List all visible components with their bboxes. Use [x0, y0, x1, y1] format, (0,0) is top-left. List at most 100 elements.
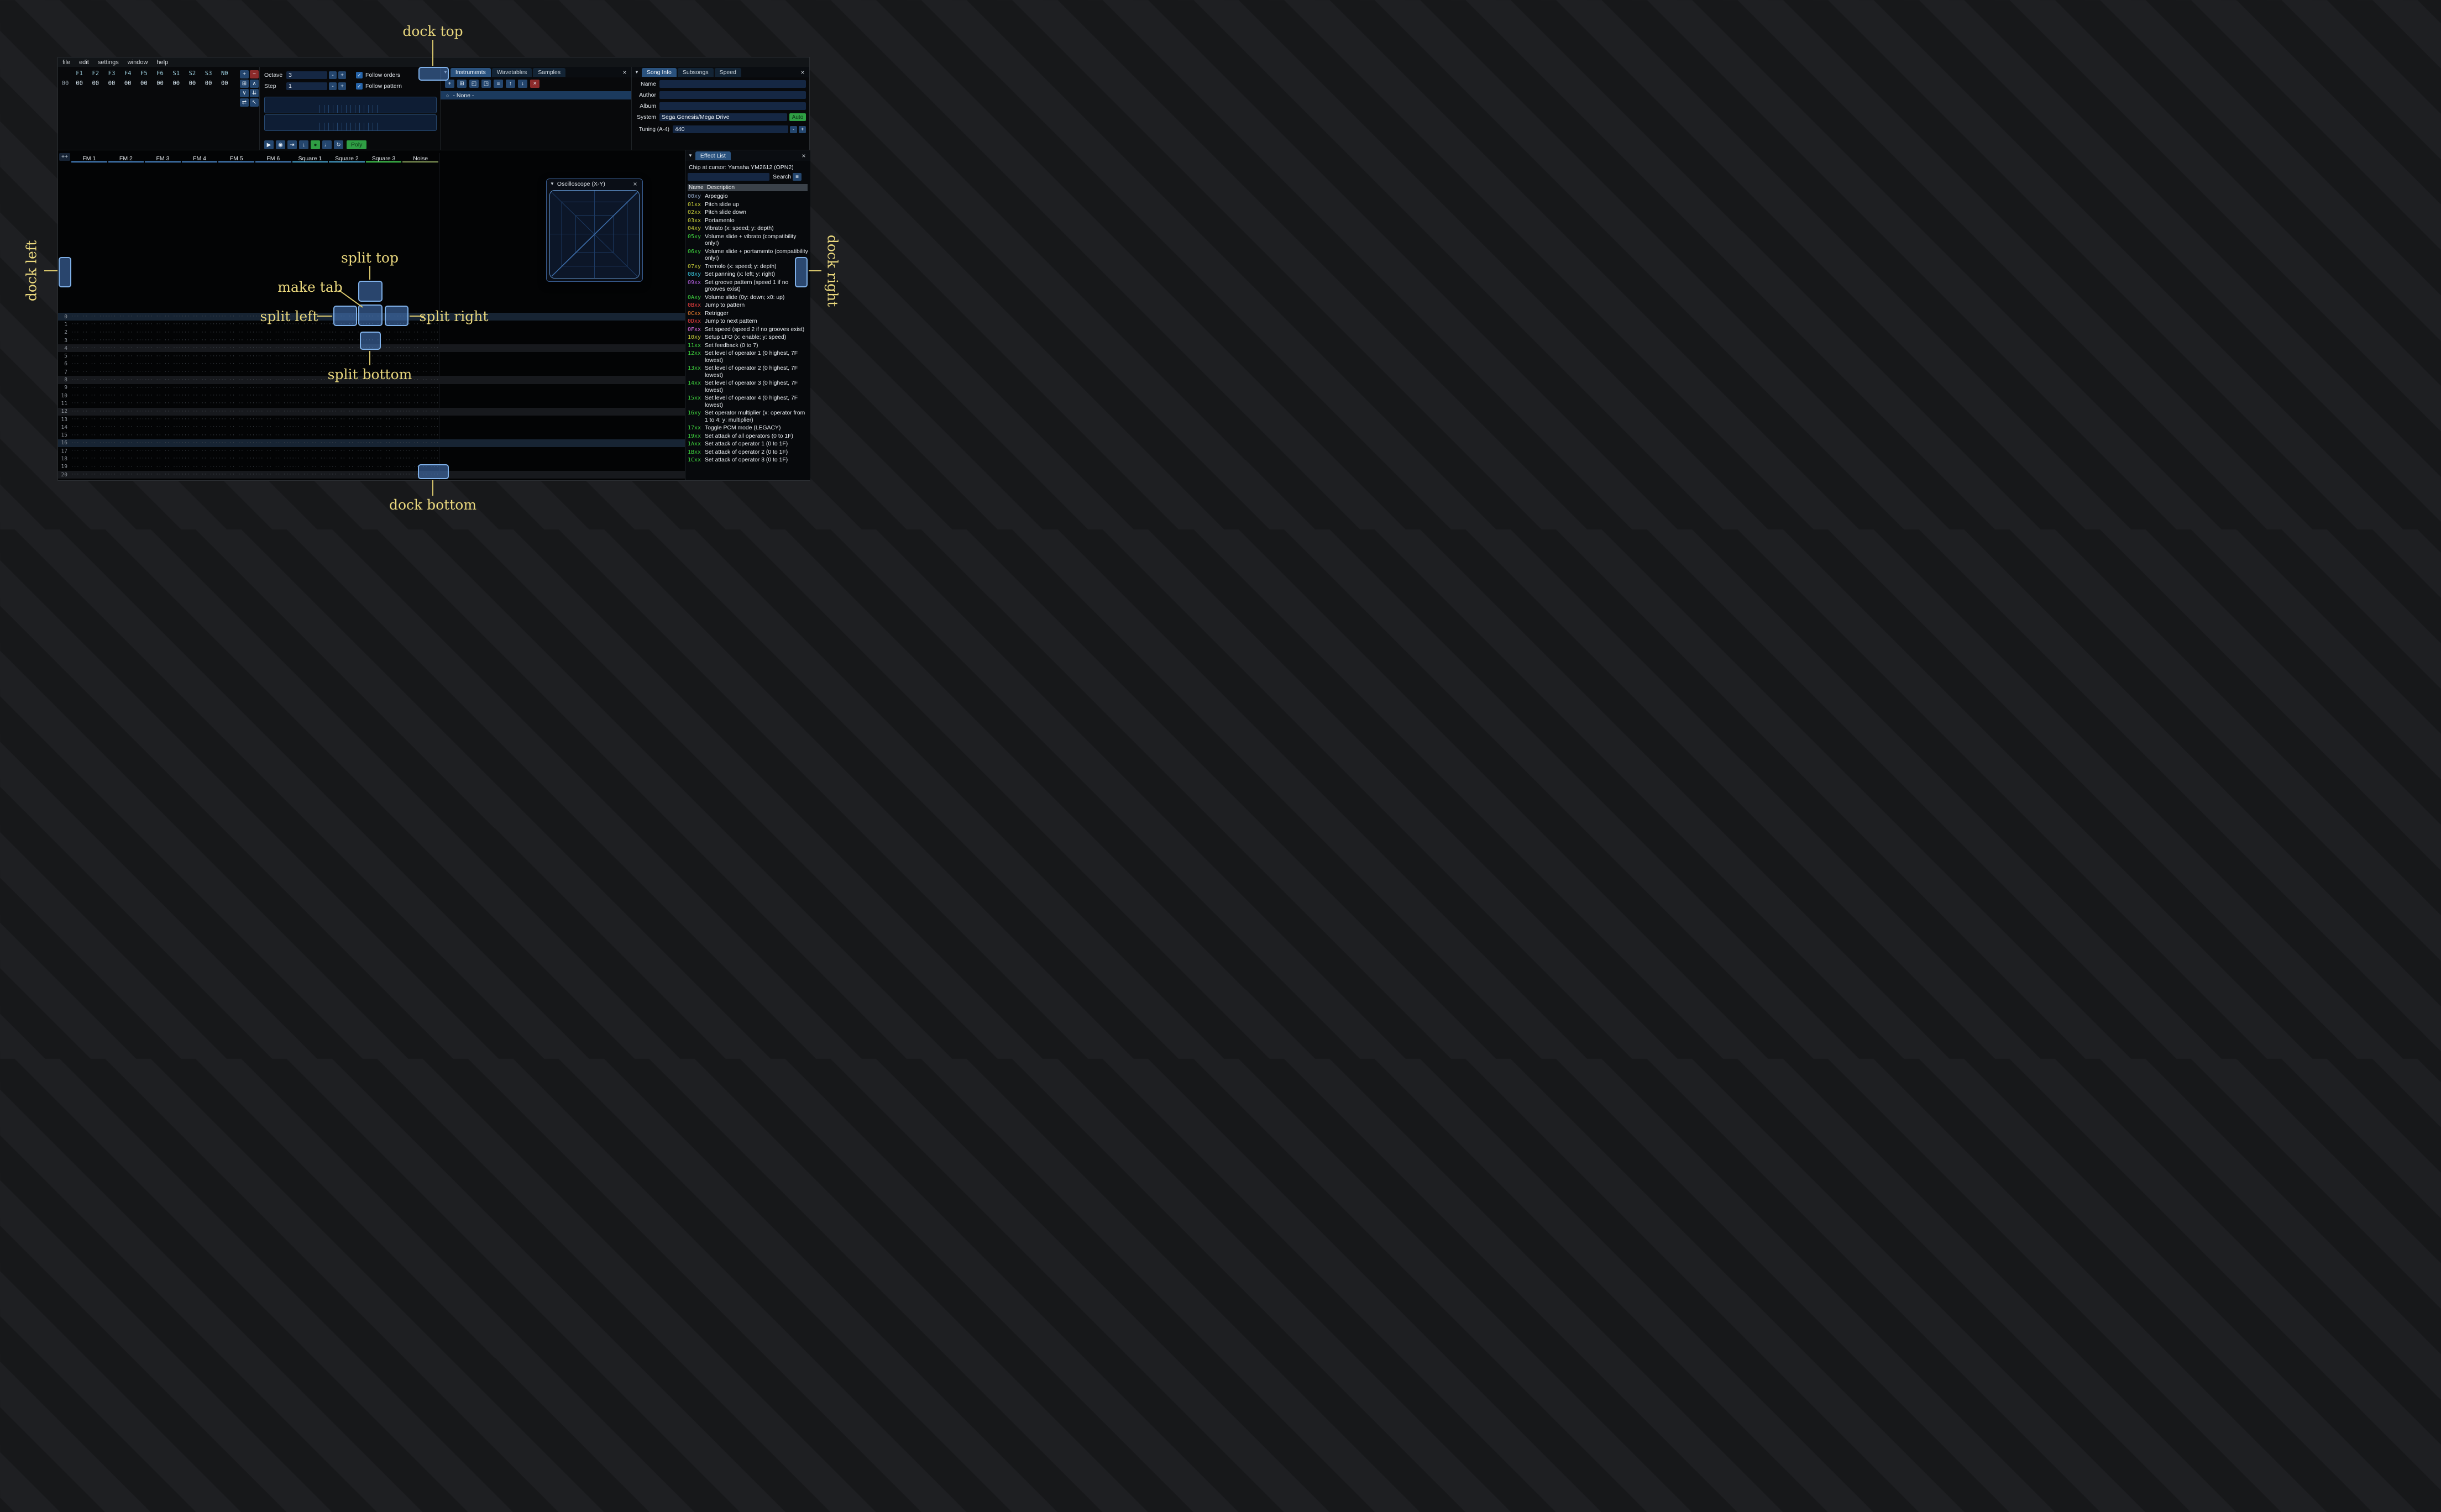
pattern-cell[interactable]: ··· ·· ·· ···	[144, 401, 181, 406]
order-move-down-button[interactable]: ∨	[240, 89, 249, 97]
collapse-arrow-icon[interactable]: ▼	[550, 181, 554, 186]
pattern-cell[interactable]: ··· ·· ·· ···	[402, 433, 439, 438]
order-edit-mode-button[interactable]: ↖	[250, 98, 259, 107]
pattern-cell[interactable]: ··· ·· ·· ···	[292, 417, 329, 422]
effect-row[interactable]: 09xx Set groove pattern (speed 1 if no gr…	[688, 279, 809, 294]
pattern-cell[interactable]: ··· ·· ·· ···	[218, 433, 255, 438]
channel-header-fm-4[interactable]: FM 4	[181, 153, 218, 162]
pattern-cell[interactable]: ··· ·· ·· ···	[255, 338, 292, 343]
channel-header-fm-6[interactable]: FM 6	[255, 153, 292, 162]
expand-channels-button[interactable]: ++	[59, 153, 70, 161]
pattern-cell[interactable]: ··· ·· ·· ···	[255, 464, 292, 470]
pattern-cell[interactable]: ··· ·· ·· ···	[144, 354, 181, 359]
pattern-cell[interactable]: ··· ·· ·· ···	[108, 338, 145, 343]
menu-settings[interactable]: settings	[93, 59, 123, 66]
follow-pattern-checkbox[interactable]: ✓	[356, 83, 363, 90]
pattern-cell[interactable]: ··· ·· ·· ···	[402, 401, 439, 406]
instrument-move-up-button[interactable]: ↑	[506, 80, 515, 88]
play-pattern-button[interactable]: ◉	[276, 140, 285, 149]
pattern-cell[interactable]: ··· ·· ·· ···	[292, 369, 329, 375]
pattern-cell[interactable]: ··· ·· ·· ···	[328, 354, 365, 359]
pattern-cell[interactable]: ··· ·· ·· ···	[402, 424, 439, 430]
effect-row[interactable]: 0Bxx Jump to pattern	[688, 302, 809, 310]
follow-orders-checkbox[interactable]: ✓	[356, 72, 363, 78]
pattern-cell[interactable]: ··· ·· ·· ···	[328, 440, 365, 446]
instrument-open-button[interactable]: ◰	[469, 80, 479, 88]
effect-row[interactable]: 10xy Setup LFO (x: enable; y: speed)	[688, 334, 809, 342]
effect-search-input[interactable]	[688, 173, 769, 181]
metronome-button[interactable]: ♩	[322, 140, 332, 149]
pattern-cell[interactable]: ··· ·· ·· ···	[181, 369, 218, 375]
pattern-cell[interactable]: ··· ·· ·· ···	[255, 345, 292, 351]
pattern-cell[interactable]: ··· ·· ·· ···	[71, 314, 108, 319]
pattern-cell[interactable]: ··· ·· ·· ···	[181, 456, 218, 461]
instruments-tab-samples[interactable]: Samples	[533, 67, 566, 77]
pattern-cell[interactable]: ··· ·· ·· ···	[365, 456, 402, 461]
pattern-cell[interactable]: ··· ·· ·· ···	[218, 354, 255, 359]
pattern-cell[interactable]: ··· ·· ·· ···	[402, 393, 439, 398]
pattern-cell[interactable]: ··· ·· ·· ···	[218, 401, 255, 406]
pattern-cell[interactable]: ··· ·· ·· ···	[365, 424, 402, 430]
pattern-cell[interactable]: ··· ·· ·· ···	[108, 322, 145, 327]
pattern-cell[interactable]: ··· ·· ·· ···	[292, 456, 329, 461]
pattern-cell[interactable]: ··· ·· ·· ···	[292, 433, 329, 438]
effect-row[interactable]: 14xx Set level of operator 3 (0 highest, …	[688, 380, 809, 395]
pattern-cell[interactable]: ··· ·· ·· ···	[218, 338, 255, 343]
pattern-cell[interactable]: ··· ·· ·· ···	[144, 433, 181, 438]
pattern-cell[interactable]: ··· ·· ·· ···	[292, 345, 329, 351]
effect-row[interactable]: 06xy Volume slide + portamento (compatibi…	[688, 248, 809, 263]
order-add-button[interactable]: +	[240, 70, 249, 78]
pattern-cell[interactable]: ··· ·· ·· ···	[71, 369, 108, 375]
step-minus-button[interactable]: -	[329, 82, 337, 90]
pattern-cell[interactable]: ··· ·· ·· ···	[144, 314, 181, 319]
pattern-cell[interactable]: ··· ·· ·· ···	[181, 338, 218, 343]
order-duplicate-button[interactable]: ⊞	[240, 80, 249, 88]
song-info-tab-subsongs[interactable]: Subsongs	[677, 67, 714, 77]
pattern-cell[interactable]: ··· ·· ·· ···	[218, 440, 255, 446]
dock-top-target[interactable]	[418, 67, 449, 81]
pattern-cell[interactable]: ··· ·· ·· ···	[255, 401, 292, 406]
pattern-cell[interactable]: ··· ·· ·· ···	[328, 393, 365, 398]
tuning-plus-button[interactable]: +	[799, 125, 806, 133]
orders-header-n0[interactable]: N0	[217, 70, 233, 77]
octave-input[interactable]: 3	[286, 71, 327, 79]
pattern-cell[interactable]: ··· ·· ·· ···	[144, 456, 181, 461]
orders-header-f2[interactable]: F2	[87, 70, 103, 77]
pattern-cell[interactable]: ··· ·· ·· ···	[71, 409, 108, 414]
pattern-cell[interactable]: ··· ·· ·· ···	[402, 448, 439, 454]
pattern-cell[interactable]: ··· ·· ·· ···	[181, 440, 218, 446]
pattern-cell[interactable]: ··· ·· ·· ···	[108, 409, 145, 414]
pattern-cell[interactable]: ··· ·· ·· ···	[181, 345, 218, 351]
pattern-cell[interactable]: ··· ·· ·· ···	[292, 401, 329, 406]
pattern-cell[interactable]: ··· ·· ·· ···	[402, 440, 439, 446]
pattern-cell[interactable]: ··· ·· ·· ···	[402, 330, 439, 335]
pattern-cell[interactable]: ··· ·· ·· ···	[181, 393, 218, 398]
split-left-target[interactable]	[333, 306, 357, 326]
piano-lower-octave[interactable]	[264, 114, 437, 131]
pattern-cell[interactable]: ··· ·· ·· ···	[365, 354, 402, 359]
pattern-cell[interactable]: ··· ·· ·· ···	[181, 385, 218, 391]
pattern-cell[interactable]: ··· ·· ·· ···	[365, 448, 402, 454]
pattern-cell[interactable]: ··· ·· ·· ···	[108, 385, 145, 391]
play-from-cursor-button[interactable]: ⇥	[287, 140, 297, 149]
song-info-tab-song-info[interactable]: Song Info	[641, 67, 677, 77]
menu-help[interactable]: help	[152, 59, 172, 66]
pattern-cell[interactable]: ··· ·· ·· ···	[328, 424, 365, 430]
pattern-cell[interactable]: ··· ·· ·· ···	[144, 424, 181, 430]
pattern-cell[interactable]: ··· ·· ·· ···	[402, 338, 439, 343]
channel-header-square-2[interactable]: Square 2	[328, 153, 365, 162]
oscilloscope-window[interactable]: ▼ Oscilloscope (X-Y) ×	[546, 179, 643, 282]
orders-header-s2[interactable]: S2	[184, 70, 200, 77]
pattern-cell[interactable]: ··· ·· ·· ···	[181, 314, 218, 319]
pattern-cell[interactable]: ··· ·· ·· ···	[255, 369, 292, 375]
tuning-field[interactable]: 440	[673, 125, 788, 133]
pattern-cell[interactable]: ··· ·· ·· ···	[71, 433, 108, 438]
effect-row[interactable]: 00xy Arpeggio	[688, 193, 809, 201]
pattern-cell[interactable]: ··· ·· ·· ···	[365, 464, 402, 470]
song-info-tab-speed[interactable]: Speed	[714, 67, 741, 77]
pattern-cell[interactable]: ··· ·· ·· ···	[255, 361, 292, 367]
pattern-cell[interactable]: ··· ·· ·· ···	[255, 424, 292, 430]
instruments-tab-wavetables[interactable]: Wavetables	[491, 67, 532, 77]
pattern-cell[interactable]: ··· ·· ·· ···	[365, 417, 402, 422]
pattern-cell[interactable]: ··· ·· ·· ···	[108, 417, 145, 422]
